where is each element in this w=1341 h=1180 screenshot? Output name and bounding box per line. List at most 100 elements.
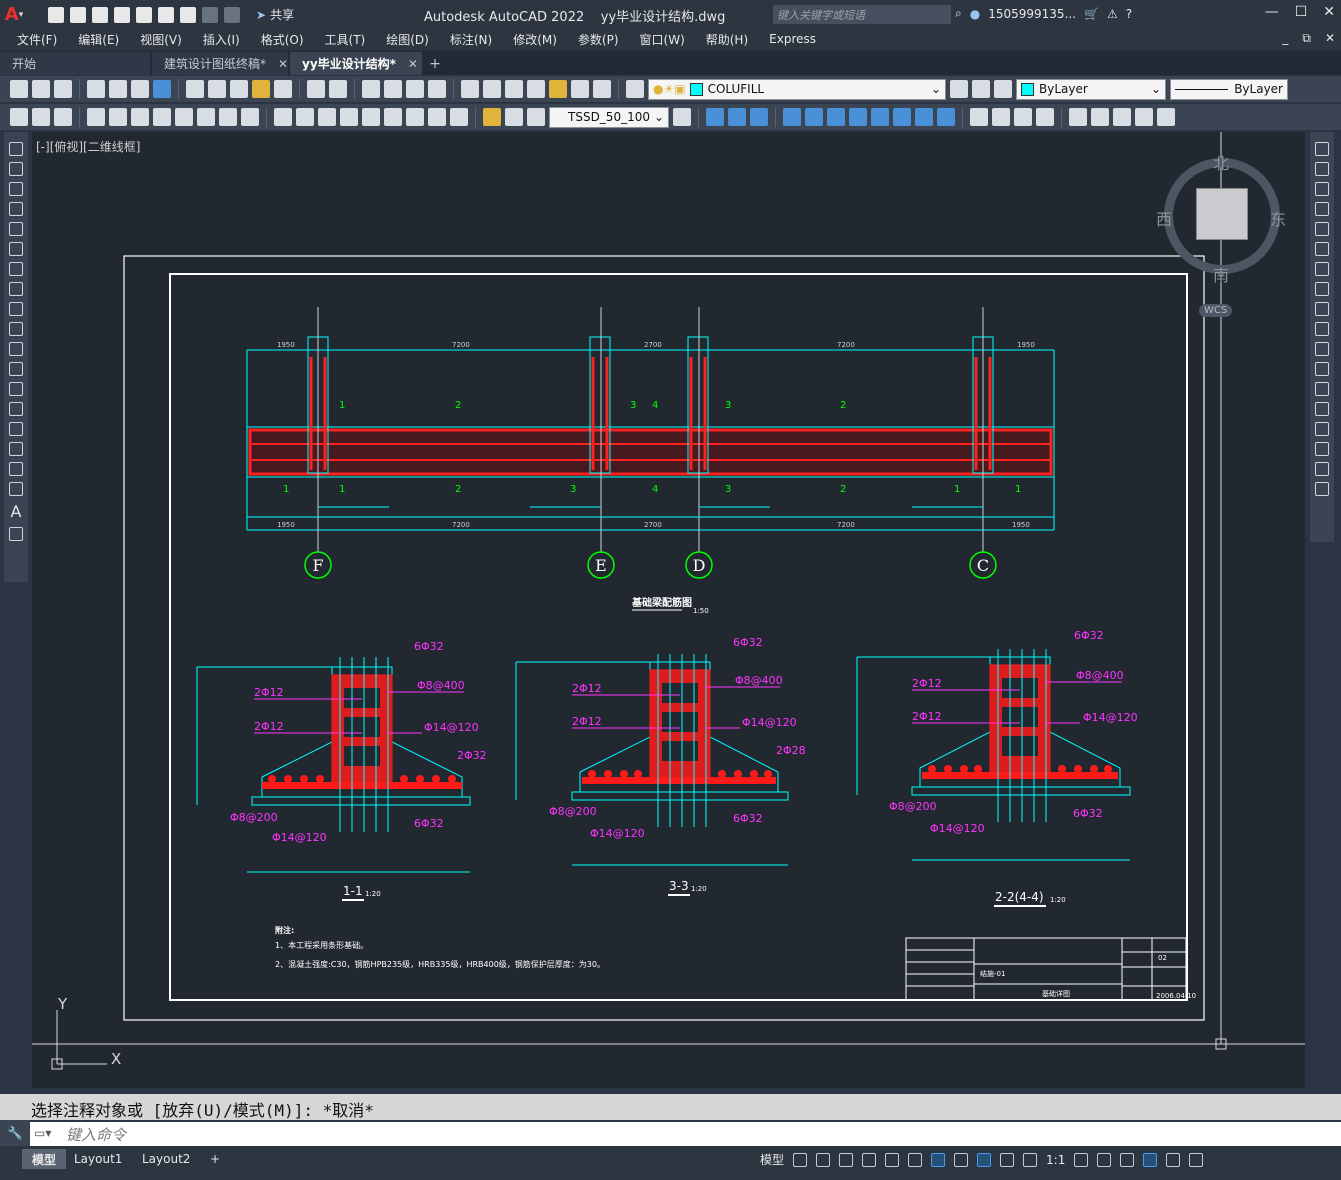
- menu-dimension[interactable]: 标注(N): [450, 31, 492, 48]
- wcs-menu[interactable]: WCS: [1199, 304, 1233, 317]
- properties-icon[interactable]: [461, 80, 479, 98]
- command-input[interactable]: 键入命令: [30, 1122, 1341, 1146]
- explode-icon[interactable]: [1036, 108, 1054, 126]
- menu-file[interactable]: 文件(F): [17, 31, 57, 48]
- close-icon[interactable]: ✕: [278, 57, 288, 71]
- text-edit-icon[interactable]: [10, 108, 28, 126]
- revcloud-icon[interactable]: [9, 282, 23, 296]
- erase-icon[interactable]: [1315, 142, 1329, 156]
- rectangle-icon[interactable]: [9, 222, 23, 236]
- menu-view[interactable]: 视图(V): [140, 31, 182, 48]
- model-space-button[interactable]: 模型: [760, 1151, 784, 1168]
- object-snap-icon[interactable]: [931, 1152, 946, 1167]
- layer-dropdown[interactable]: ●☀▣ COLUFILL ⌄: [648, 78, 946, 100]
- break-icon[interactable]: [937, 108, 955, 126]
- dim-diameter-icon[interactable]: [219, 108, 237, 126]
- table-icon[interactable]: [54, 108, 72, 126]
- dim-break-icon[interactable]: [362, 108, 380, 126]
- line-icon[interactable]: [9, 142, 23, 156]
- close-icon[interactable]: ✕: [408, 57, 418, 71]
- menu-insert[interactable]: 插入(I): [203, 31, 240, 48]
- minimize-icon[interactable]: —: [1265, 4, 1279, 20]
- new-tab-icon[interactable]: +: [424, 56, 446, 75]
- tool-palettes-icon[interactable]: [505, 80, 523, 98]
- cut-icon[interactable]: [186, 80, 204, 98]
- join-icon[interactable]: [1315, 402, 1329, 416]
- quick-dim-icon[interactable]: [274, 108, 292, 126]
- mirror-icon[interactable]: [728, 108, 746, 126]
- xref-icon[interactable]: [1157, 108, 1175, 126]
- viewcube-north[interactable]: 北: [1213, 150, 1229, 174]
- dim-text-edit-icon[interactable]: [505, 108, 523, 126]
- menu-parametric[interactable]: 参数(P): [578, 31, 619, 48]
- pan-icon[interactable]: [362, 80, 380, 98]
- doc-close-icon[interactable]: ✕: [1325, 31, 1335, 46]
- color-dropdown[interactable]: ByLayer ⌄: [1016, 78, 1166, 100]
- grid-icon[interactable]: [793, 1152, 808, 1167]
- blend-icon[interactable]: [1315, 462, 1329, 476]
- trim-icon[interactable]: [893, 108, 911, 126]
- zoom-realtime-icon[interactable]: [384, 80, 402, 98]
- chamfer-icon[interactable]: [992, 108, 1010, 126]
- paste-icon[interactable]: [230, 80, 248, 98]
- extend-icon[interactable]: [1315, 342, 1329, 356]
- array-icon[interactable]: [1315, 222, 1329, 236]
- sheet-set-icon[interactable]: [527, 80, 545, 98]
- dim-angular-icon[interactable]: [241, 108, 259, 126]
- ungroup-icon[interactable]: [1135, 108, 1153, 126]
- arc-icon[interactable]: [9, 242, 23, 256]
- help-icon[interactable]: [593, 80, 611, 98]
- publish-icon[interactable]: [131, 80, 149, 98]
- dim-jogged-icon[interactable]: [197, 108, 215, 126]
- linetype-dropdown[interactable]: ByLayer: [1170, 78, 1288, 100]
- viewcube-east[interactable]: 东: [1270, 206, 1286, 230]
- web-icon[interactable]: [153, 80, 171, 98]
- make-block-icon[interactable]: [1091, 108, 1109, 126]
- offset-icon[interactable]: [750, 108, 768, 126]
- annotation-visibility-icon[interactable]: [977, 1152, 992, 1167]
- dim-ordinate-icon[interactable]: [153, 108, 171, 126]
- add-layout-icon[interactable]: +: [200, 1149, 230, 1169]
- doc-restore-icon[interactable]: ⧉: [1302, 31, 1311, 46]
- tab-layout2[interactable]: Layout2: [132, 1149, 200, 1169]
- polyline-icon[interactable]: [9, 182, 23, 196]
- ellipse-arc-icon[interactable]: [9, 342, 23, 356]
- menu-window[interactable]: 窗口(W): [640, 31, 685, 48]
- polygon-icon[interactable]: [9, 202, 23, 216]
- rotate-icon[interactable]: [827, 108, 845, 126]
- ortho-icon[interactable]: [839, 1152, 854, 1167]
- close-icon[interactable]: ✕: [1323, 4, 1335, 20]
- new-icon[interactable]: [10, 80, 28, 98]
- break-at-point-icon[interactable]: [1315, 362, 1329, 376]
- offset-icon[interactable]: [1315, 202, 1329, 216]
- save-web-icon[interactable]: [158, 6, 174, 23]
- cart-icon[interactable]: 🛒: [1084, 7, 1099, 21]
- plot-icon[interactable]: [87, 80, 105, 98]
- move-icon[interactable]: [805, 108, 823, 126]
- copy-icon[interactable]: [208, 80, 226, 98]
- redo-icon[interactable]: [329, 80, 347, 98]
- scale-icon[interactable]: [1315, 282, 1329, 296]
- new-icon[interactable]: [48, 6, 64, 23]
- tab-model[interactable]: 模型: [22, 1149, 67, 1169]
- lightbulb-icon[interactable]: ●☀▣: [653, 82, 686, 96]
- add-selected-icon[interactable]: [9, 527, 23, 541]
- spline-icon[interactable]: [9, 302, 23, 316]
- dim-continue-icon[interactable]: [318, 108, 336, 126]
- viewcube-face-top[interactable]: [1196, 188, 1248, 240]
- dim-aligned-icon[interactable]: [109, 108, 127, 126]
- mtext-icon[interactable]: A: [11, 502, 22, 521]
- tab-architecture[interactable]: 建筑设计图纸终稿* ✕: [152, 52, 288, 75]
- circle-icon[interactable]: [9, 262, 23, 276]
- share-button[interactable]: ➤ 共享: [256, 6, 294, 23]
- design-center-icon[interactable]: [483, 80, 501, 98]
- menu-help[interactable]: 帮助(H): [706, 31, 748, 48]
- lineweight-icon[interactable]: [954, 1152, 969, 1167]
- maximize-icon[interactable]: ☐: [1295, 4, 1308, 20]
- insert-block-icon[interactable]: [1069, 108, 1087, 126]
- layer-manager-icon[interactable]: [626, 80, 644, 98]
- isodraft-icon[interactable]: [885, 1152, 900, 1167]
- redo-icon[interactable]: [224, 6, 240, 23]
- rotate-icon[interactable]: [1315, 262, 1329, 276]
- dim-linear-icon[interactable]: [87, 108, 105, 126]
